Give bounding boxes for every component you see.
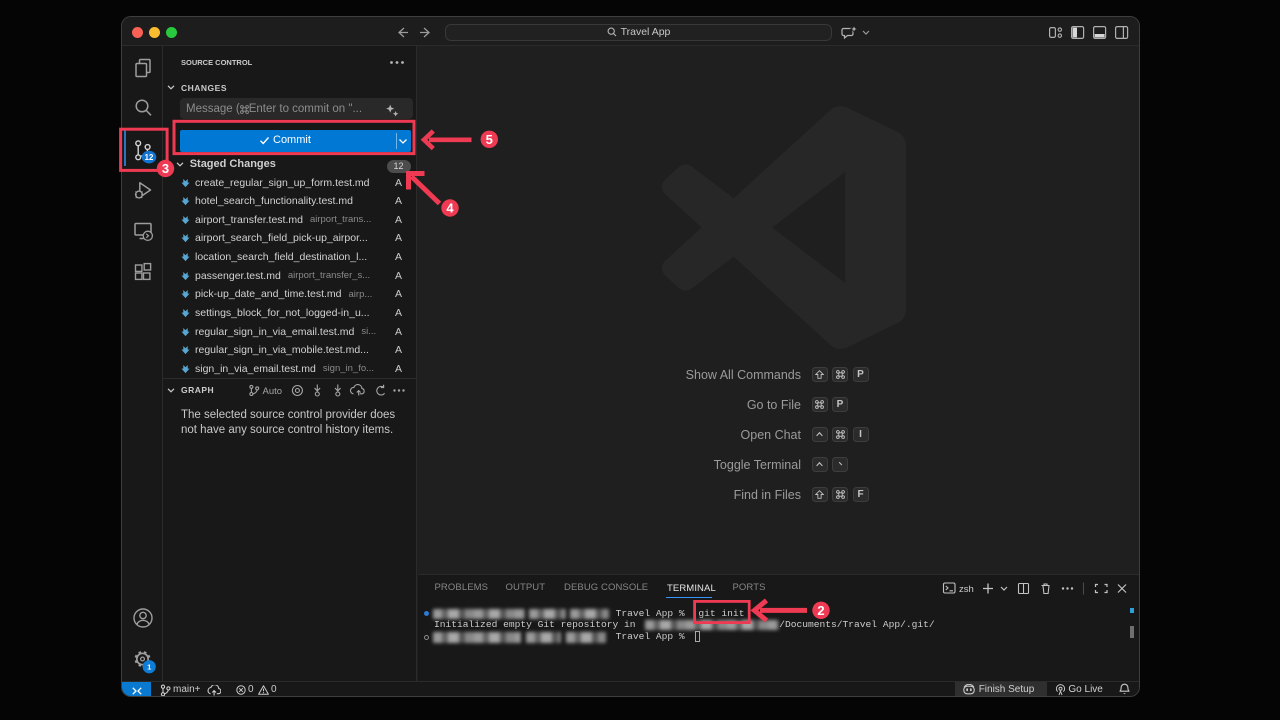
svg-text:12: 12 (145, 152, 154, 161)
svg-text:Auto: Auto (263, 386, 283, 397)
svg-text:zsh: zsh (959, 584, 974, 595)
